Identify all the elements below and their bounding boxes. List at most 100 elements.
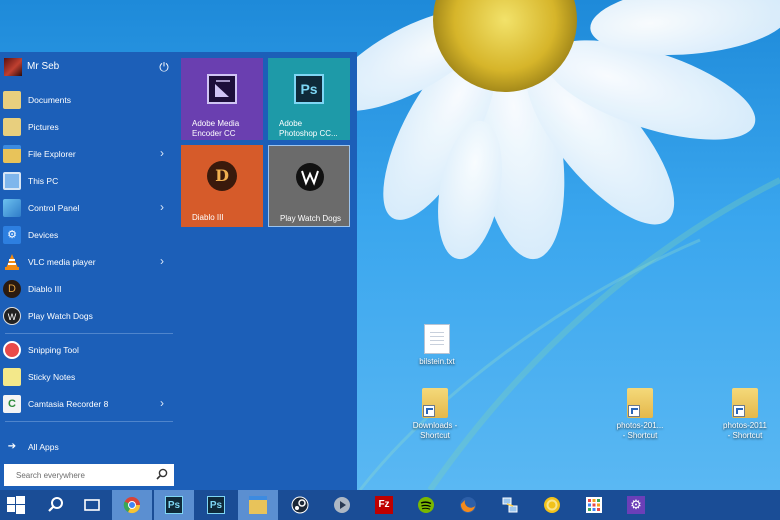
chevron-right-icon[interactable]: › — [160, 254, 164, 268]
menu-item-label: Control Panel — [28, 203, 80, 213]
desktop-icon-label-line2: - Shortcut — [622, 431, 658, 440]
settings-gear-icon: ⚙ — [627, 496, 645, 514]
control-panel-icon — [3, 199, 21, 217]
this-pc-icon — [3, 172, 21, 190]
menu-item-file-explorer[interactable]: File Explorer › — [0, 141, 175, 167]
folder-shortcut-icon — [732, 388, 758, 418]
menu-item-this-pc[interactable]: This PC — [0, 168, 175, 194]
diablo-icon: D — [207, 161, 237, 191]
menu-item-label: Documents — [28, 95, 71, 105]
devices-gear-icon: ⚙ — [3, 226, 21, 244]
menu-item-sticky-notes[interactable]: Sticky Notes — [0, 364, 175, 390]
watch-dogs-icon — [296, 163, 324, 191]
taskbar-search-button[interactable] — [36, 490, 76, 520]
start-menu-left-pane: Mr Seb ⏻ Documents Pictures File Explore… — [0, 52, 175, 490]
avatar — [4, 58, 22, 76]
task-view-button[interactable] — [72, 490, 112, 520]
all-apps-button[interactable]: ➔ All Apps — [0, 434, 175, 460]
arrow-right-icon: ➔ — [7, 441, 17, 452]
menu-divider — [5, 421, 173, 422]
taskbar-apps-grid[interactable] — [574, 490, 614, 520]
start-menu: Mr Seb ⏻ Documents Pictures File Explore… — [0, 52, 357, 490]
search-box[interactable] — [4, 464, 174, 486]
folder-shortcut-icon — [422, 388, 448, 418]
tile-adobe-media-encoder[interactable]: Adobe Media Encoder CC — [181, 58, 263, 140]
photoshop-icon: Ps — [207, 496, 225, 514]
menu-item-watch-dogs[interactable]: W Play Watch Dogs — [0, 303, 175, 329]
menu-item-pictures[interactable]: Pictures — [0, 114, 175, 140]
tile-label: Adobe Photoshop CC... — [279, 119, 338, 139]
taskbar-photoshop-1[interactable]: Ps — [154, 490, 194, 520]
steam-icon — [291, 496, 309, 514]
search-input[interactable] — [4, 464, 154, 486]
tile-diablo-iii[interactable]: D Diablo III — [181, 145, 263, 227]
desktop-icon-photos-2011-shortcut[interactable]: photos-2011 - Shortcut — [715, 388, 775, 441]
tile-label: Adobe Media Encoder CC — [192, 119, 239, 139]
menu-item-devices[interactable]: ⚙ Devices — [0, 222, 175, 248]
taskbar-spotify[interactable] — [406, 490, 446, 520]
taskbar-steam[interactable] — [280, 490, 320, 520]
menu-item-label: Camtasia Recorder 8 — [28, 399, 109, 409]
desktop-icon-label-line2: - Shortcut — [727, 431, 763, 440]
menu-item-control-panel[interactable]: Control Panel › — [0, 195, 175, 221]
taskbar-firefox[interactable] — [448, 490, 488, 520]
tile-label: Diablo III — [192, 213, 224, 222]
text-file-icon — [424, 324, 450, 354]
power-icon[interactable]: ⏻ — [157, 60, 171, 74]
desktop-icon-label-line2: Shortcut — [420, 431, 450, 440]
file-explorer-icon — [249, 496, 267, 514]
taskbar-network[interactable] — [490, 490, 530, 520]
task-view-icon — [84, 499, 100, 511]
photoshop-icon: Ps — [294, 74, 324, 104]
menu-item-label: Devices — [28, 230, 59, 240]
taskbar: Ps Ps Fz ⚙ — [0, 490, 780, 520]
taskbar-photoshop-2[interactable]: Ps — [196, 490, 236, 520]
menu-divider — [5, 333, 173, 334]
search-icon[interactable] — [156, 468, 168, 480]
tile-adobe-photoshop[interactable]: Ps Adobe Photoshop CC... — [268, 58, 350, 140]
apps-grid-icon — [586, 497, 602, 513]
menu-item-diablo[interactable]: D Diablo III — [0, 276, 175, 302]
watch-dogs-icon: W — [3, 307, 21, 325]
tile-label-line2: Encoder CC — [192, 129, 236, 138]
sticky-notes-icon — [3, 368, 21, 386]
user-account-row[interactable]: Mr Seb ⏻ — [0, 52, 175, 82]
chevron-right-icon[interactable]: › — [160, 200, 164, 214]
menu-item-label: Snipping Tool — [28, 345, 79, 355]
pictures-icon — [3, 118, 21, 136]
chevron-right-icon[interactable]: › — [160, 396, 164, 410]
menu-item-label: Play Watch Dogs — [28, 311, 93, 321]
norton-icon — [544, 497, 560, 513]
file-explorer-icon — [3, 145, 21, 163]
menu-item-label: Sticky Notes — [28, 372, 76, 382]
chrome-icon — [123, 497, 141, 514]
firefox-icon — [460, 497, 476, 513]
vlc-cone-icon — [3, 253, 21, 271]
taskbar-chrome[interactable] — [112, 490, 152, 520]
network-icon — [502, 497, 518, 513]
taskbar-filezilla[interactable]: Fz — [364, 490, 404, 520]
desktop-icon-photos-201x-shortcut[interactable]: photos-201... - Shortcut — [610, 388, 670, 441]
chevron-right-icon[interactable]: › — [160, 146, 164, 160]
media-encoder-icon — [207, 74, 237, 104]
taskbar-file-explorer[interactable] — [238, 490, 278, 520]
taskbar-norton[interactable] — [532, 490, 572, 520]
desktop-icon-downloads-shortcut[interactable]: Downloads - Shortcut — [405, 388, 465, 441]
tile-play-watch-dogs[interactable]: Play Watch Dogs — [268, 145, 350, 227]
snipping-tool-icon — [3, 341, 21, 359]
desktop-icon-label: photos-201... — [616, 421, 664, 430]
start-button[interactable] — [0, 490, 32, 520]
taskbar-media-player[interactable] — [322, 490, 362, 520]
menu-item-documents[interactable]: Documents — [0, 87, 175, 113]
menu-item-camtasia[interactable]: C Camtasia Recorder 8 › — [0, 391, 175, 417]
desktop-icon-label: Downloads - — [412, 421, 458, 430]
menu-item-label: File Explorer — [28, 149, 76, 159]
spotify-icon — [418, 497, 434, 513]
desktop-icon-bilstein[interactable]: bilstein.txt — [407, 324, 467, 367]
menu-item-vlc[interactable]: VLC media player › — [0, 249, 175, 275]
tile-label-line1: Adobe Media — [192, 119, 240, 128]
menu-item-snipping-tool[interactable]: Snipping Tool — [0, 337, 175, 363]
filezilla-icon: Fz — [375, 496, 393, 514]
taskbar-settings[interactable]: ⚙ — [616, 490, 656, 520]
search-icon — [48, 497, 63, 512]
